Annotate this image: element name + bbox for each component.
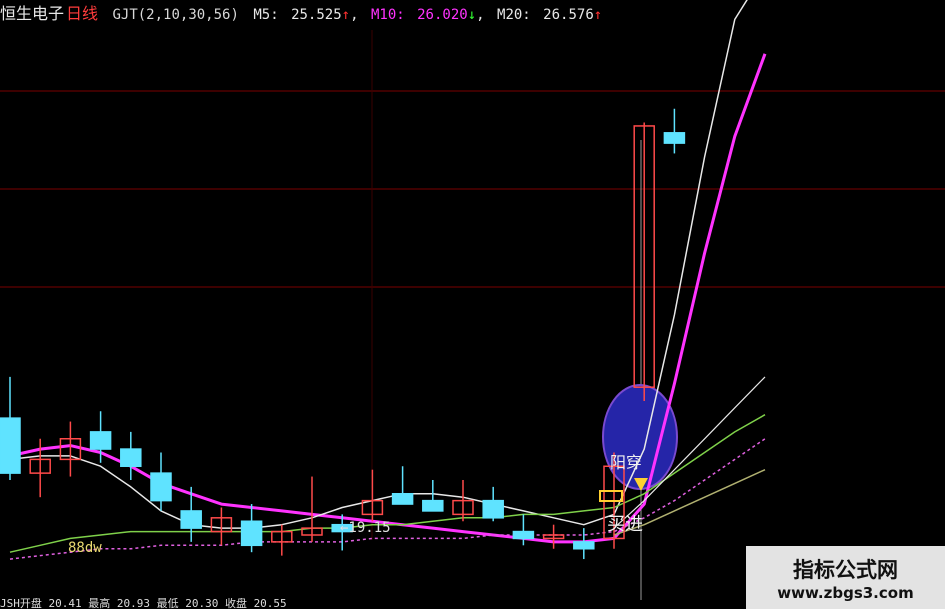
bottom-left-label: 88dw — [68, 540, 102, 556]
yang-cross-label: 阳穿 — [610, 453, 642, 472]
candle-body — [0, 417, 21, 474]
candle-body — [573, 541, 595, 550]
candle-body — [180, 510, 202, 529]
candle-body — [240, 520, 263, 547]
buy-label: 买进 — [607, 514, 643, 535]
bottom-status-strip: JSH开盘 20.41 最高 20.93 最低 20.30 收盘 20.55 — [0, 598, 287, 609]
price-chart[interactable]: ←19.15 88dw 阳穿 买进 — [0, 0, 945, 609]
watermark-title: 指标公式网 — [793, 557, 898, 582]
watermark-url: www.zbgs3.com — [777, 583, 914, 602]
low-price-label: ←19.15 — [340, 520, 391, 536]
candle-body — [482, 499, 504, 519]
candle-body — [89, 431, 112, 450]
moving-average-lines — [9, 0, 767, 560]
candle-body — [150, 472, 172, 502]
candle-body — [120, 448, 142, 467]
candle-body — [663, 132, 686, 144]
candle-body — [512, 530, 535, 540]
candlesticks — [0, 108, 686, 560]
candle-body — [422, 499, 444, 512]
candle-body — [391, 493, 414, 505]
ma-line-0 — [9, 53, 767, 544]
watermark: 指标公式网 www.zbgs3.com — [746, 546, 945, 609]
